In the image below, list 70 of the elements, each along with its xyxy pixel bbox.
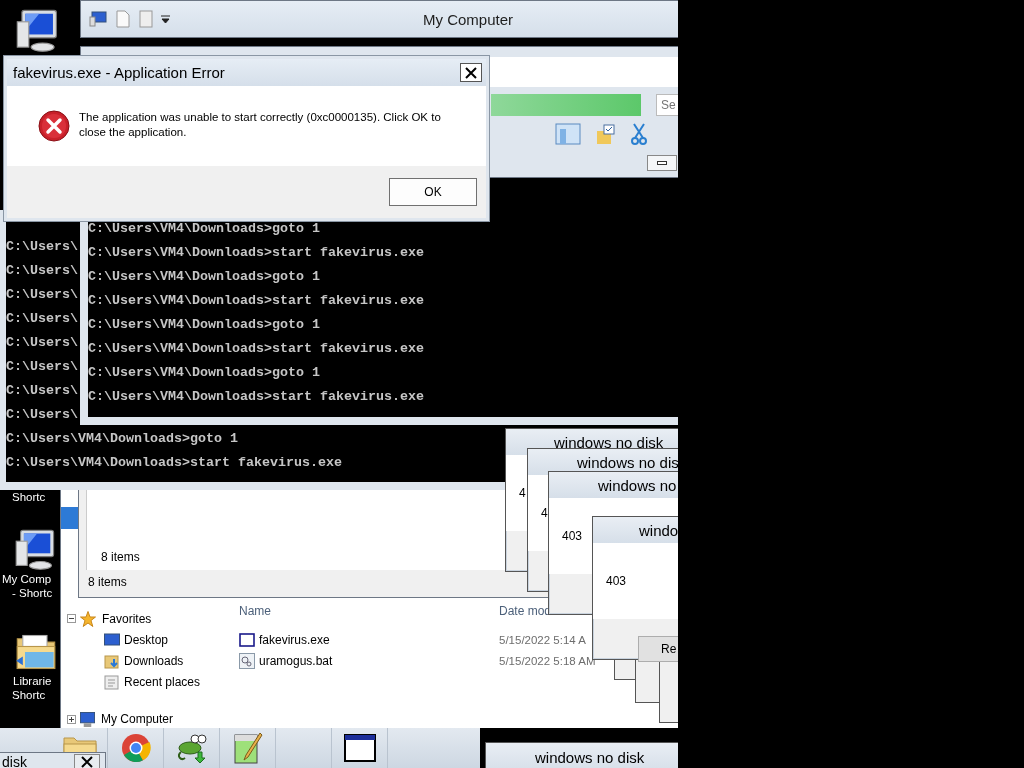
window-icon[interactable] <box>343 734 376 762</box>
dialog-message: 4 <box>541 506 548 520</box>
expand-icon[interactable] <box>67 714 76 724</box>
dialog-message: 403 <box>562 529 583 543</box>
error-message: The application was unable to start correctly (0xc0000135). Click OK to close the application. <box>79 110 442 140</box>
dialog-title: windo <box>639 521 678 539</box>
nav-item[interactable]: Downloads <box>124 653 184 668</box>
dialog-title: fakevirus.exe - Application Error <box>13 64 225 81</box>
console-line: C:\Users\ <box>6 334 78 352</box>
nav-item[interactable]: Desktop <box>124 632 169 647</box>
console-line: C:\Users\VM4\Downloads>goto 1 <box>6 430 238 448</box>
console-line: C:\Users\ <box>6 382 78 400</box>
minimize-icon <box>657 161 667 165</box>
nav-item[interactable]: My Computer <box>101 712 174 726</box>
monitor-icon <box>104 632 120 647</box>
dialog-title: windows no <box>598 476 677 494</box>
console-line: C:\Users\ <box>6 406 78 424</box>
nav-item[interactable]: Favorites <box>102 611 152 626</box>
status-text: 8 items <box>88 575 127 589</box>
notepad-icon[interactable] <box>231 731 264 765</box>
icon-label: Shortc <box>12 688 46 702</box>
console-line: C:\Users\VM4\Downloads>start fakevirus.exe <box>88 340 424 358</box>
file-name[interactable]: fakevirus.exe <box>259 632 499 647</box>
dialog-title: windows no disk <box>554 433 664 451</box>
folder-check-icon[interactable] <box>595 123 617 145</box>
file-name[interactable]: uramogus.bat <box>259 653 499 668</box>
console-line: C:\Users\VM4\Downloads>goto 1 <box>88 268 320 286</box>
icon-label: My Comp <box>2 572 52 586</box>
caret-icon[interactable] <box>161 15 170 23</box>
close-button[interactable] <box>74 754 100 768</box>
close-icon <box>465 66 477 79</box>
window-title: windows no disk <box>535 749 645 766</box>
window-icon <box>239 632 255 647</box>
console-line: C:\Users\ <box>6 358 78 376</box>
console-line: C:\Users\VM4\Downloads>start fakevirus.exe <box>88 244 424 262</box>
error-icon <box>38 110 70 142</box>
console-line: C:\Users\VM4\Downloads>start fakevirus.exe <box>88 388 424 406</box>
collapse-icon[interactable] <box>67 614 76 623</box>
window-title: My Computer <box>423 10 514 28</box>
console-line: C:\Users\ <box>6 286 78 304</box>
icon-label: Shortc <box>12 490 46 504</box>
icon-label: - Shortc <box>12 586 53 600</box>
search-field[interactable]: Se <box>656 94 678 116</box>
status-text: 8 items <box>101 550 140 564</box>
nav-item[interactable]: Recent places <box>124 674 201 689</box>
icon-label: Librarie <box>13 674 52 688</box>
minimize-button[interactable] <box>647 155 677 171</box>
browser-icon[interactable] <box>120 733 151 763</box>
console-line: C:\Users\VM4\Downloads>goto 1 <box>88 220 320 238</box>
dialog-message: 4 <box>519 486 526 500</box>
console-line: C:\Users\ <box>6 238 78 256</box>
console-line: C:\Users\ <box>6 262 78 280</box>
dialog-button[interactable]: Re <box>638 636 678 662</box>
console-line: C:\Users\ <box>6 310 78 328</box>
star-icon <box>80 610 96 627</box>
computer-icon <box>80 711 95 727</box>
console-line: C:\Users\VM4\Downloads>goto 1 <box>88 364 320 382</box>
scissors-icon[interactable] <box>631 123 647 145</box>
console-line: C:\Users\VM4\Downloads>goto 1 <box>88 316 320 334</box>
dialog-message: 403 <box>606 574 627 588</box>
console-line: C:\Users\VM4\Downloads>start fakevirus.exe <box>6 454 342 472</box>
column-header[interactable]: Name <box>239 603 499 618</box>
gear-file-icon <box>239 652 255 669</box>
console-line: C:\Users\VM4\Downloads>start fakevirus.exe <box>88 292 424 310</box>
close-icon <box>81 756 93 768</box>
close-button[interactable] <box>460 63 482 82</box>
dialog-title: windows no dis <box>577 453 678 471</box>
ok-button[interactable]: OK <box>389 178 477 206</box>
window-title: disk <box>2 754 27 768</box>
file-date: 5/15/2022 5:14 A <box>499 633 586 646</box>
